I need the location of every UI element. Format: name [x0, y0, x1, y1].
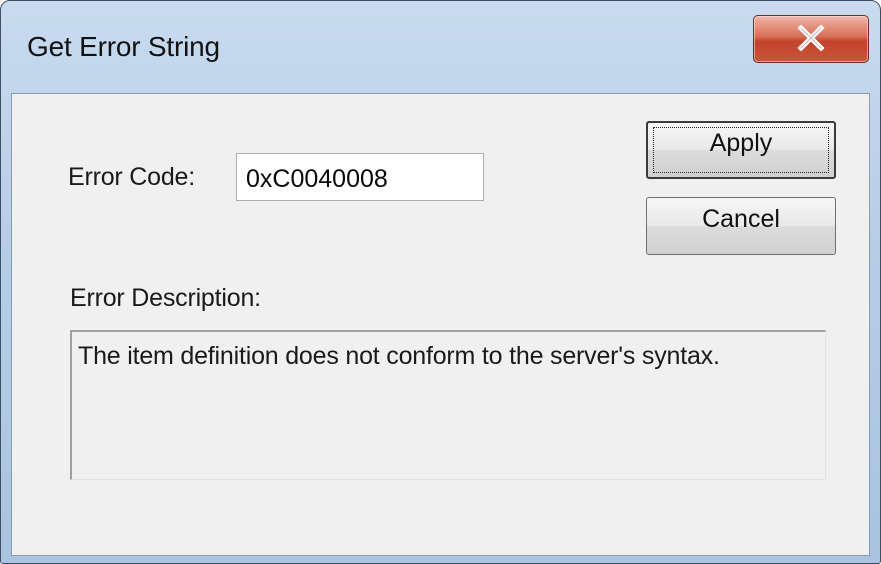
- dialog-window: Get Error String Error Code: Apply Cance…: [0, 0, 881, 564]
- error-code-label: Error Code:: [68, 163, 196, 191]
- close-button[interactable]: [753, 15, 869, 63]
- cancel-button-label: Cancel: [702, 205, 780, 233]
- cancel-button[interactable]: Cancel: [646, 197, 836, 255]
- error-description-text: The item definition does not conform to …: [78, 342, 720, 370]
- close-x-icon: [797, 25, 825, 51]
- window-title: Get Error String: [27, 31, 220, 62]
- apply-button-label: Apply: [709, 129, 773, 157]
- error-description-label: Error Description:: [70, 284, 261, 312]
- error-description-box: The item definition does not conform to …: [70, 330, 826, 480]
- apply-button[interactable]: Apply: [646, 121, 836, 179]
- title-bar[interactable]: Get Error String: [1, 1, 880, 93]
- error-code-input[interactable]: [236, 153, 484, 201]
- dialog-client-area: Error Code: Apply Cancel Error Descripti…: [11, 93, 870, 556]
